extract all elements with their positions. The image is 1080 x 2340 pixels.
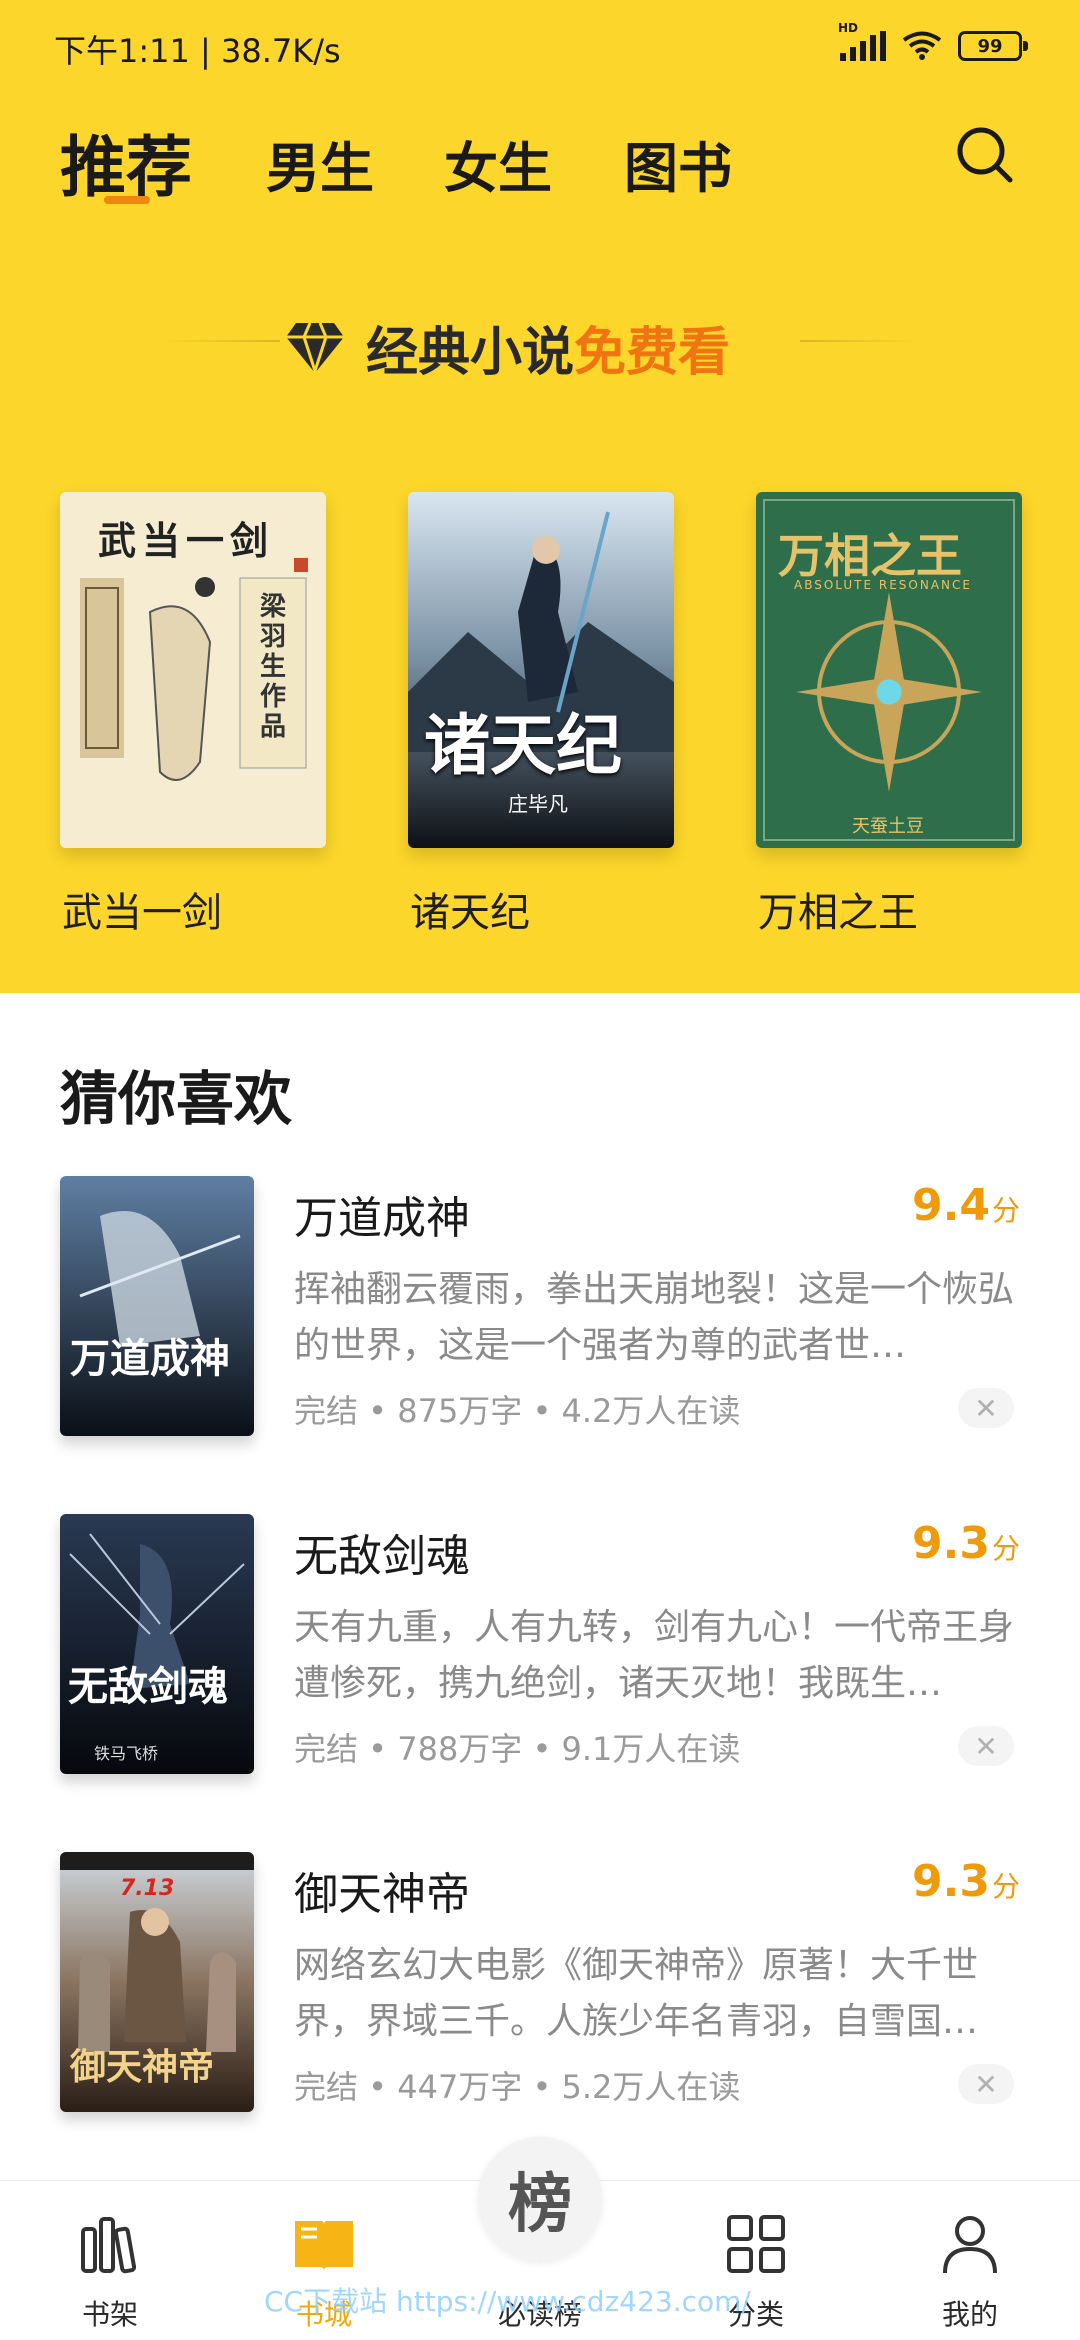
cover-title: 无敌剑魂 xyxy=(68,1663,228,1710)
cover-author: 天蚕土豆 xyxy=(852,816,924,837)
book-cover-art xyxy=(60,1176,254,1436)
header-banner: 下午1:11 | 38.7K/s HD 99 推荐 男生 女生 图书 经典小说免… xyxy=(0,0,1080,993)
promo-text: 经典小说 xyxy=(366,323,575,383)
cover-title: 万相之王 xyxy=(778,529,962,583)
book-meta: 完结 • 447万字 • 5.2万人在读 xyxy=(294,2068,741,2106)
battery-icon: 99 xyxy=(958,31,1028,61)
nav-label: 我的 xyxy=(941,2298,998,2331)
book-description: 天有九重，人有九转，剑有九心！一代帝王身遭惨死，携九绝剑，诸天灭地！我既生… xyxy=(294,1607,1015,1704)
dismiss-button[interactable]: ✕ xyxy=(958,1388,1014,1428)
book-cover[interactable]: 诸天纪 庄毕凡 xyxy=(408,492,674,848)
book-cover-art xyxy=(60,1514,254,1774)
dismiss-button[interactable]: ✕ xyxy=(958,2064,1014,2104)
section-title: 猜你喜欢 xyxy=(60,1065,293,1133)
category-tabs: 推荐 男生 女生 图书 xyxy=(0,110,1080,220)
book-score: 9.3分 xyxy=(912,1856,1020,1907)
network-type: HD xyxy=(838,21,859,35)
featured-book-title[interactable]: 万相之王 xyxy=(758,880,918,938)
promo-banner[interactable]: 经典小说免费看 xyxy=(0,300,1080,383)
status-icons: HD 99 xyxy=(838,21,1028,68)
tab-female[interactable]: 女生 xyxy=(444,124,552,203)
ranking-icon: 榜 xyxy=(508,2167,572,2242)
person-icon xyxy=(943,2216,997,2274)
cover-subtitle: ABSOLUTE RESONANCE xyxy=(794,578,972,592)
cover-author: 庄毕凡 xyxy=(508,792,568,816)
nav-ranking-button[interactable]: 榜 xyxy=(478,2137,602,2261)
grid-icon xyxy=(727,2215,785,2273)
cover-author: 梁羽生作品 xyxy=(260,592,287,742)
book-description: 网络玄幻大电影《御天神帝》原著！大千世界，界域三千。人族少年名青羽，自雪国… xyxy=(294,1945,979,2042)
wifi-icon xyxy=(902,31,942,60)
cover-title: 万道成神 xyxy=(70,1335,230,1382)
book-description: 挥袖翻云覆雨，拳出天崩地裂！这是一个恢弘的世界，这是一个强者为尊的武者世… xyxy=(294,1269,1015,1366)
book-list-item[interactable]: 万道成神 万道成神 9.4分 挥袖翻云覆雨，拳出天崩地裂！这是一个恢弘的世界，这… xyxy=(60,1176,1020,1446)
nav-bookshelf[interactable]: 书架 xyxy=(30,2181,190,2340)
score-unit: 分 xyxy=(991,1870,1020,1903)
score-value: 9.4 xyxy=(912,1180,990,1231)
close-icon: ✕ xyxy=(974,1391,998,1425)
battery-level: 99 xyxy=(977,35,1003,57)
book-list-item[interactable]: 无敌剑魂 铁马飞桥 无敌剑魂 9.3分 天有九重，人有九转，剑有九心！一代帝王身… xyxy=(60,1514,1020,1784)
book-score: 9.4分 xyxy=(912,1180,1020,1231)
promo-divider-left xyxy=(160,340,280,342)
score-unit: 分 xyxy=(991,1194,1020,1227)
cover-title: 武当一剑 xyxy=(98,518,275,563)
status-bar: 下午1:11 | 38.7K/s HD 99 xyxy=(0,0,1080,96)
book-cover[interactable]: 无敌剑魂 铁马飞桥 xyxy=(60,1514,254,1774)
promo-highlight: 免费看 xyxy=(574,323,731,383)
dismiss-button[interactable]: ✕ xyxy=(958,1726,1014,1766)
cover-date: 7.13 xyxy=(120,1876,175,1901)
status-time: 下午1:11 | 38.7K/s xyxy=(54,32,341,70)
search-icon[interactable] xyxy=(954,124,1016,186)
score-unit: 分 xyxy=(991,1532,1020,1565)
cover-author: 铁马飞桥 xyxy=(94,1744,159,1763)
diamond-icon xyxy=(286,321,344,375)
book-list-item[interactable]: 7.13 御天神帝 御天神帝 9.3分 网络玄幻大电影《御天神帝》原著！大千世界… xyxy=(60,1852,1020,2122)
featured-book[interactable]: 武当一剑 梁羽生作品 武当一剑 xyxy=(60,492,326,936)
score-value: 9.3 xyxy=(912,1856,990,1907)
nav-profile[interactable]: 我的 xyxy=(890,2181,1050,2340)
book-score: 9.3分 xyxy=(912,1518,1020,1569)
book-cover[interactable]: 万道成神 xyxy=(60,1176,254,1436)
close-icon: ✕ xyxy=(974,1729,998,1763)
watermark: CC下载站 https://www.cdz423.com/ xyxy=(264,2285,751,2318)
signal-icon: HD xyxy=(838,21,886,61)
promo-divider-right xyxy=(800,340,920,342)
featured-book-title[interactable]: 诸天纪 xyxy=(410,880,530,938)
book-meta: 完结 • 788万字 • 9.1万人在读 xyxy=(294,1730,741,1768)
book-cover[interactable]: 武当一剑 梁羽生作品 xyxy=(60,492,326,848)
book-title[interactable]: 御天神帝 xyxy=(294,1858,470,1922)
cover-title: 御天神帝 xyxy=(70,2046,215,2088)
close-icon: ✕ xyxy=(974,2067,998,2101)
nav-label: 书架 xyxy=(81,2298,138,2331)
score-value: 9.3 xyxy=(912,1518,990,1569)
book-title[interactable]: 万道成神 xyxy=(294,1182,470,1246)
tab-male[interactable]: 男生 xyxy=(266,124,374,203)
featured-book-title[interactable]: 武当一剑 xyxy=(62,880,222,938)
open-book-icon xyxy=(295,2221,353,2271)
tab-active-indicator xyxy=(104,196,150,204)
tab-books[interactable]: 图书 xyxy=(624,124,732,203)
book-meta: 完结 • 875万字 • 4.2万人在读 xyxy=(294,1392,741,1430)
featured-book[interactable]: 万相之王 ABSOLUTE RESONANCE 天蚕土豆 万相之王 xyxy=(756,492,1022,936)
featured-book[interactable]: 诸天纪 庄毕凡 诸天纪 xyxy=(408,492,674,936)
cover-title: 诸天纪 xyxy=(424,706,622,784)
book-cover[interactable]: 万相之王 ABSOLUTE RESONANCE 天蚕土豆 xyxy=(756,492,1022,848)
bookshelf-icon xyxy=(81,2217,137,2274)
book-cover[interactable]: 7.13 御天神帝 xyxy=(60,1852,254,2112)
book-title[interactable]: 无敌剑魂 xyxy=(294,1520,470,1584)
